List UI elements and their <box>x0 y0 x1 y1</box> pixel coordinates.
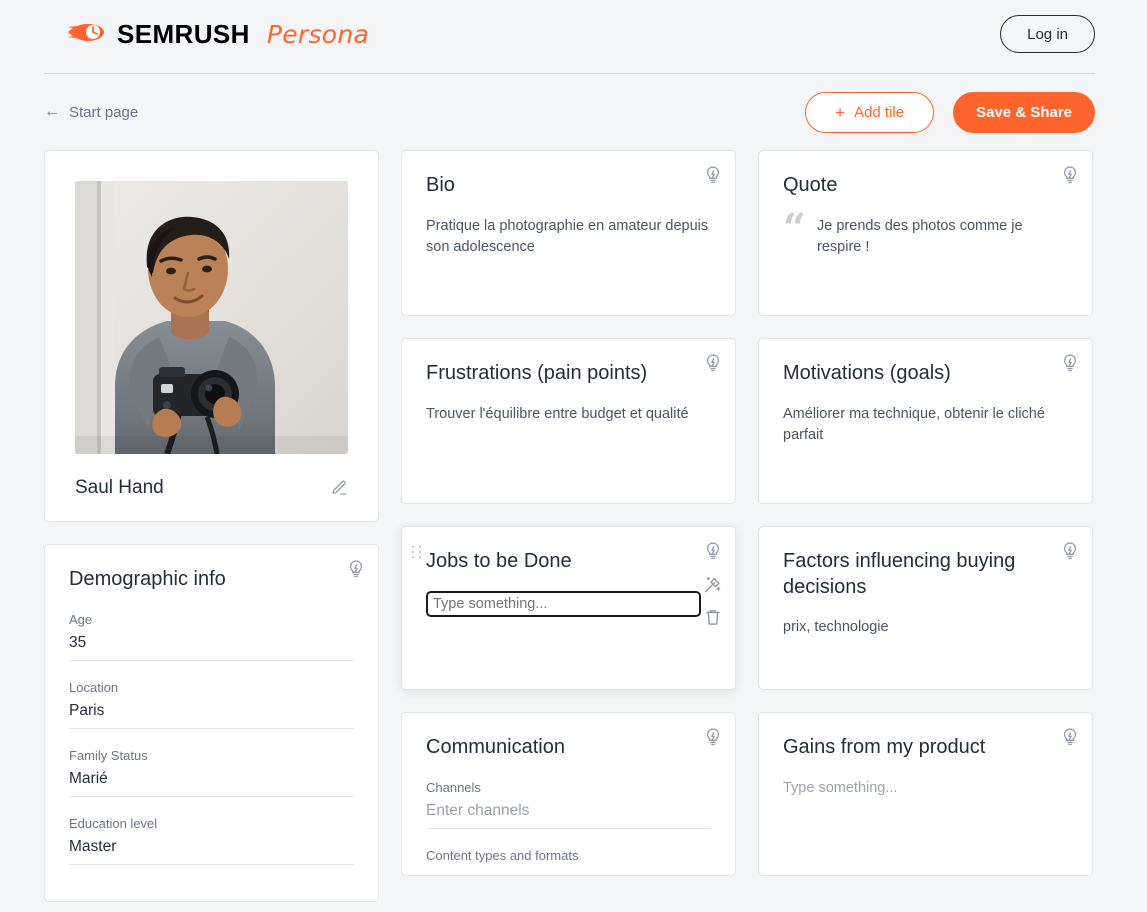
card-title: Communication <box>426 736 565 758</box>
lightbulb-icon[interactable] <box>703 165 723 185</box>
arrow-left-icon: ← <box>44 103 60 120</box>
card-bio: Bio Pratique la photographie en amateur … <box>401 150 736 316</box>
persona-profile-card: Saul Hand <box>44 150 379 522</box>
field-value[interactable]: Master <box>69 838 354 865</box>
card-title: Quote <box>783 174 838 196</box>
card-frustrations: Frustrations (pain points) Trouver l'équ… <box>401 338 736 504</box>
field-label: Content types and formats <box>426 847 579 863</box>
lightbulb-icon[interactable] <box>703 541 723 561</box>
field-value[interactable]: Marié <box>69 770 354 797</box>
card-title: Jobs to be Done <box>426 550 572 572</box>
field-location: Location Paris <box>69 680 354 729</box>
field-education-level: Education level Master <box>69 816 354 865</box>
brand-name: SEMRUSH <box>117 19 250 49</box>
card-title: Motivations (goals) <box>783 362 951 384</box>
login-button[interactable]: Log in <box>1000 15 1095 53</box>
card-demographic-info: Demographic info Age 35 Location Paris F… <box>44 544 379 902</box>
card-body[interactable]: prix, technologie <box>783 617 1068 638</box>
card-title: Factors influencing buying decisions <box>783 550 1016 598</box>
field-value[interactable]: Enter channels <box>426 802 711 829</box>
back-to-start-page-link[interactable]: ← Start page <box>44 104 138 121</box>
add-tile-label: Add tile <box>854 103 905 121</box>
field-label: Education level <box>69 815 158 831</box>
lightbulb-icon[interactable] <box>346 559 366 579</box>
action-buttons-group: + Add tile Save & Share <box>805 91 1095 133</box>
persona-board: Saul Hand Demographic info Age 35 Locati… <box>0 150 1147 902</box>
brand-logo[interactable]: SEMRUSH Persona <box>66 18 369 51</box>
card-body[interactable]: Type something... <box>783 778 1068 799</box>
card-jobs-to-be-done: Jobs to be Done <box>401 526 736 690</box>
card-title: Demographic info <box>69 568 226 590</box>
semrush-comet-icon <box>66 18 106 51</box>
top-header-bar: SEMRUSH Persona Log in <box>0 0 1147 68</box>
card-factors-influencing-buying-decisions: Factors influencing buying decisions pri… <box>758 526 1093 690</box>
quote-mark-icon: “ <box>783 204 807 252</box>
board-column-left: Saul Hand Demographic info Age 35 Locati… <box>44 150 379 902</box>
card-body[interactable]: Je prends des photos comme je respire ! <box>817 213 1068 258</box>
card-body[interactable]: Améliorer ma technique, obtenir le clich… <box>783 404 1068 446</box>
card-title: Gains from my product <box>783 736 986 758</box>
card-gains-from-my-product: Gains from my product Type something... <box>758 712 1093 876</box>
board-column-middle: Bio Pratique la photographie en amateur … <box>401 150 736 876</box>
card-motivations: Motivations (goals) Améliorer ma techniq… <box>758 338 1093 504</box>
field-family-status: Family Status Marié <box>69 748 354 797</box>
persona-name: Saul Hand <box>75 477 164 498</box>
field-value[interactable]: Paris <box>69 702 354 729</box>
drag-handle-icon[interactable] <box>412 546 422 558</box>
save-and-share-button[interactable]: Save & Share <box>953 91 1095 133</box>
field-label: Age <box>69 611 93 627</box>
card-quote: Quote “ Je prends des photos comme je re… <box>758 150 1093 316</box>
add-tile-button[interactable]: + Add tile <box>805 91 935 133</box>
field-age: Age 35 <box>69 612 354 661</box>
lightbulb-icon[interactable] <box>1060 727 1080 747</box>
board-column-right: Quote “ Je prends des photos comme je re… <box>758 150 1093 876</box>
card-title: Frustrations (pain points) <box>426 362 648 384</box>
card-title: Bio <box>426 174 455 196</box>
lightbulb-icon[interactable] <box>703 727 723 747</box>
field-value[interactable]: 35 <box>69 634 354 661</box>
field-channels: Channels Enter channels <box>426 780 711 829</box>
plus-icon: + <box>835 102 846 122</box>
brand-product-name: Persona <box>266 19 370 49</box>
field-label: Location <box>69 679 119 695</box>
field-content-types-and-formats: Content types and formats <box>426 848 711 863</box>
card-body[interactable]: Trouver l'équilibre entre budget et qual… <box>426 404 711 425</box>
trash-icon[interactable] <box>703 607 723 627</box>
card-body[interactable]: Pratique la photographie en amateur depu… <box>426 216 711 258</box>
action-toolbar: ← Start page + Add tile Save & Share <box>0 74 1147 150</box>
lightbulb-icon[interactable] <box>703 353 723 373</box>
lightbulb-icon[interactable] <box>1060 541 1080 561</box>
lightbulb-icon[interactable] <box>1060 165 1080 185</box>
persona-photo-illustration <box>75 181 348 454</box>
back-link-label: Start page <box>69 103 139 121</box>
lightbulb-icon[interactable] <box>1060 353 1080 373</box>
persona-photo[interactable] <box>75 181 348 454</box>
jobs-text-input[interactable] <box>426 590 701 617</box>
card-communication: Communication Channels Enter channels Co… <box>401 712 736 876</box>
persona-name-row: Saul Hand <box>75 477 348 499</box>
pencil-icon[interactable] <box>330 479 348 497</box>
field-label: Family Status <box>69 747 148 763</box>
field-label: Channels <box>426 779 481 795</box>
magic-wand-icon[interactable] <box>703 575 723 595</box>
